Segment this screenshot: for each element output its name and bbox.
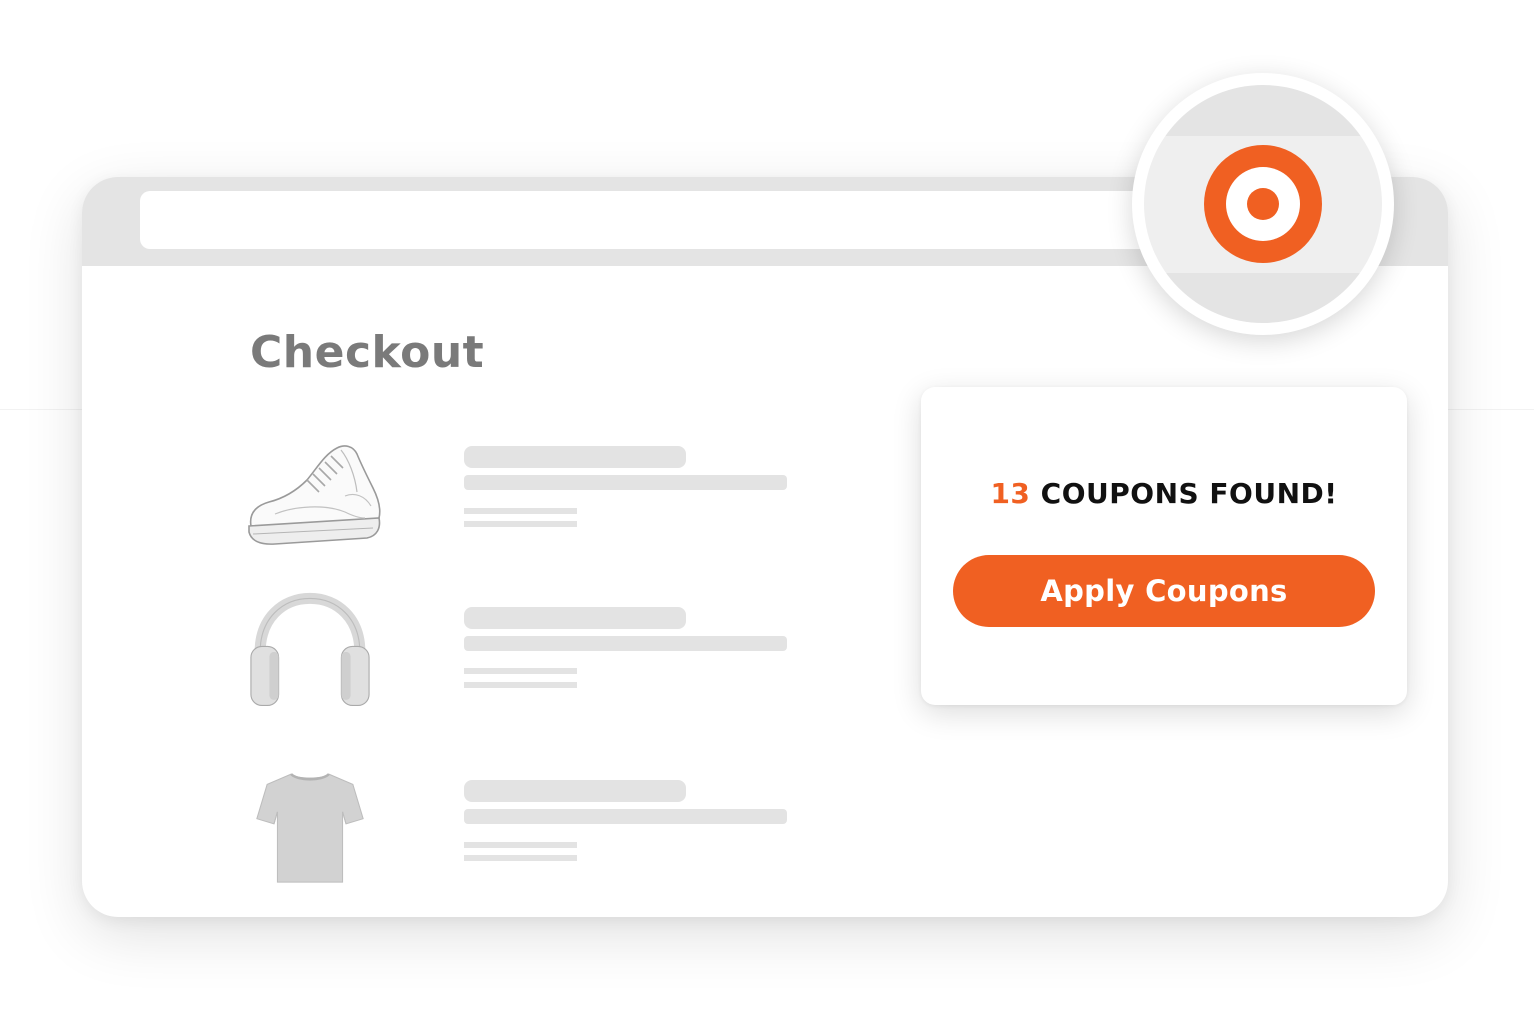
magnified-toolbar-top xyxy=(1144,85,1382,136)
product-meta-placeholder xyxy=(464,855,577,861)
headphones-icon xyxy=(250,592,370,707)
target-logo-icon[interactable] xyxy=(1204,145,1322,263)
page-title: Checkout xyxy=(250,327,485,378)
magnified-toolbar-bottom xyxy=(1144,273,1382,323)
product-meta-placeholder xyxy=(464,842,577,848)
coupon-count: 13 xyxy=(990,477,1031,510)
address-bar[interactable] xyxy=(140,191,1190,249)
product-name-placeholder xyxy=(464,607,686,629)
sneaker-icon xyxy=(248,445,381,545)
product-desc-placeholder xyxy=(464,636,787,651)
product-meta-placeholder xyxy=(464,682,577,688)
coupon-popup: 13 COUPONS FOUND! Apply Coupons xyxy=(921,387,1407,705)
coupons-found-label: COUPONS FOUND! xyxy=(1030,477,1338,510)
magnified-toolbar xyxy=(1144,85,1382,323)
magnifier-callout xyxy=(1132,73,1394,335)
product-desc-placeholder xyxy=(464,809,787,824)
illustration-stage: Checkout 13 COUPONS FOUND! Apply Coupons xyxy=(0,0,1534,1012)
apply-coupons-button[interactable]: Apply Coupons xyxy=(953,555,1375,627)
product-meta-placeholder xyxy=(464,668,577,674)
product-desc-placeholder xyxy=(464,475,787,490)
tshirt-icon xyxy=(256,773,364,883)
product-meta-placeholder xyxy=(464,508,577,514)
product-name-placeholder xyxy=(464,780,686,802)
coupons-found-message: 13 COUPONS FOUND! xyxy=(921,477,1407,510)
product-meta-placeholder xyxy=(464,521,577,527)
product-name-placeholder xyxy=(464,446,686,468)
